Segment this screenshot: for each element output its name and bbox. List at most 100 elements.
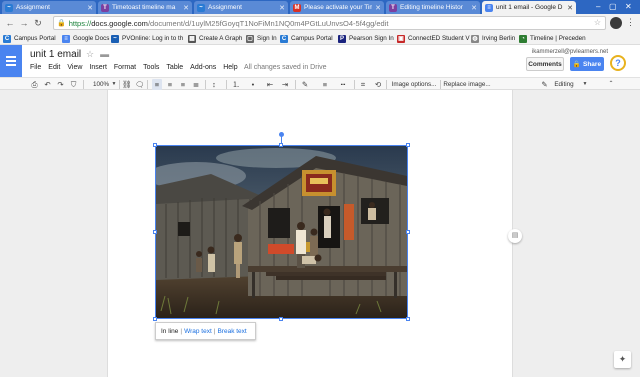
- link-icon[interactable]: ⛓: [122, 79, 132, 90]
- numbered-list-icon[interactable]: ⒈: [231, 79, 241, 90]
- tab-favicon-icon: T: [389, 3, 397, 12]
- bookmark-item[interactable]: C Campus Portal: [280, 33, 333, 44]
- bookmark-favicon-icon: C: [3, 34, 11, 43]
- url-scheme: https://: [68, 18, 92, 28]
- menu-dots-icon[interactable]: ⋮: [626, 17, 635, 28]
- border-dash-icon[interactable]: ┅: [338, 79, 348, 90]
- back-icon[interactable]: ←: [3, 18, 17, 28]
- comment-icon[interactable]: 🗨: [135, 79, 145, 90]
- print-icon[interactable]: ⎙: [30, 79, 39, 90]
- bookmark-item[interactable]: C Campus Portal: [3, 33, 56, 44]
- reload-icon[interactable]: ↻: [31, 18, 45, 29]
- resize-handle-se[interactable]: [406, 317, 410, 321]
- bookmark-star-icon[interactable]: ☆: [594, 18, 601, 27]
- avatar[interactable]: ?: [610, 55, 626, 71]
- window-maximize-icon[interactable]: ▢: [609, 2, 617, 11]
- wrap-text-option[interactable]: Wrap text: [184, 328, 212, 335]
- folder-icon[interactable]: ▬: [100, 49, 109, 60]
- menu-addons[interactable]: Add-ons: [190, 64, 216, 71]
- tab-close-icon[interactable]: ✕: [279, 4, 288, 12]
- bookmark-item[interactable]: ▢ Sign In: [246, 33, 277, 44]
- tab-close-icon[interactable]: ✕: [567, 4, 576, 12]
- bookmark-item[interactable]: ◍ Irving Berlin: [471, 33, 515, 44]
- break-text-option[interactable]: Break text: [217, 328, 246, 335]
- tab-title: Editing timeline Histor: [400, 4, 463, 11]
- menu-edit[interactable]: Edit: [48, 64, 60, 71]
- menu-format[interactable]: Format: [114, 64, 136, 71]
- rotate-handle[interactable]: [279, 132, 284, 137]
- resize-handle-n[interactable]: [279, 143, 283, 147]
- browser-tab[interactable]: ~ Assignment ✕: [194, 1, 288, 14]
- menu-table[interactable]: Table: [166, 64, 183, 71]
- zoom-select[interactable]: 100%: [89, 79, 113, 90]
- tab-close-icon[interactable]: ✕: [183, 4, 192, 12]
- image-options-button[interactable]: Image options...: [390, 79, 438, 90]
- tab-close-icon[interactable]: ✕: [471, 4, 480, 12]
- comments-button[interactable]: Comments: [526, 57, 564, 71]
- bulleted-list-icon[interactable]: •: [248, 79, 258, 90]
- save-status[interactable]: All changes saved in Drive: [244, 64, 327, 71]
- window-close-icon[interactable]: ✕: [625, 2, 632, 11]
- tab-favicon-icon: ~: [197, 3, 205, 12]
- star-icon[interactable]: ☆: [86, 49, 94, 60]
- align-right-icon[interactable]: ≡: [178, 79, 188, 90]
- border-color-icon[interactable]: ✎: [300, 79, 310, 90]
- bookmark-item[interactable]: ≡ Google Docs: [62, 33, 109, 44]
- bookmark-item[interactable]: ◔ Timeline | Preceden: [519, 33, 586, 44]
- docs-home-icon[interactable]: [0, 45, 22, 77]
- browser-tab[interactable]: ~ Assignment ✕: [2, 1, 96, 14]
- chevron-down-icon[interactable]: ▼: [111, 79, 117, 90]
- collapse-toolbar-icon[interactable]: ⌃: [607, 79, 615, 90]
- tab-close-icon[interactable]: ✕: [87, 4, 96, 12]
- menu-insert[interactable]: Insert: [89, 64, 107, 71]
- bookmark-item[interactable]: ▦ Create A Graph: [188, 33, 242, 44]
- decrease-indent-icon[interactable]: ⇤: [265, 79, 275, 90]
- resize-handle-nw[interactable]: [153, 143, 157, 147]
- align-left-icon[interactable]: ≡: [152, 79, 162, 90]
- address-bar[interactable]: 🔒 https:// docs.google.com /document/d/1…: [53, 16, 606, 30]
- crop-icon[interactable]: ⌗: [358, 79, 368, 90]
- increase-indent-icon[interactable]: ⇥: [280, 79, 290, 90]
- align-justify-icon[interactable]: ≣: [191, 79, 201, 90]
- bookmark-item[interactable]: ~ PVOnline: Log in to th: [111, 33, 183, 44]
- resize-handle-s[interactable]: [279, 317, 283, 321]
- redo-icon[interactable]: ↷: [56, 79, 65, 90]
- resize-handle-sw[interactable]: [153, 317, 157, 321]
- forward-icon[interactable]: →: [17, 18, 31, 28]
- browser-tab[interactable]: T Timetoast timeline ma ✕: [98, 1, 192, 14]
- reset-image-icon[interactable]: ⟲: [373, 79, 383, 90]
- bookmark-favicon-icon: ◔: [519, 34, 527, 43]
- line-spacing-icon[interactable]: ↕: [209, 79, 219, 90]
- tab-favicon-icon: T: [101, 3, 109, 12]
- bookmark-item[interactable]: ▣ ConnectED Student V: [397, 33, 470, 44]
- border-weight-icon[interactable]: ≡: [320, 79, 330, 90]
- paint-format-icon[interactable]: ⛉: [69, 79, 78, 90]
- browser-tab-active[interactable]: ≡ unit 1 email - Google D ✕: [482, 1, 576, 14]
- editing-mode-select[interactable]: Editing: [551, 79, 577, 90]
- undo-icon[interactable]: ↶: [43, 79, 52, 90]
- align-center-icon[interactable]: ≡: [165, 79, 175, 90]
- window-minimize-icon[interactable]: –: [596, 2, 600, 11]
- bookmark-label: Timeline | Preceden: [530, 35, 586, 42]
- menu-help[interactable]: Help: [223, 64, 237, 71]
- resize-handle-e[interactable]: [406, 230, 410, 234]
- extension-icon[interactable]: [610, 17, 622, 29]
- resize-handle-ne[interactable]: [406, 143, 410, 147]
- share-button[interactable]: 🔒 Share: [570, 57, 604, 71]
- browser-tab[interactable]: M Please activate your Tim ✕: [290, 1, 384, 14]
- browser-tab[interactable]: T Editing timeline Histor ✕: [386, 1, 480, 14]
- menu-view[interactable]: View: [67, 64, 82, 71]
- menu-tools[interactable]: Tools: [143, 64, 159, 71]
- bookmark-favicon-icon: ▦: [188, 34, 196, 43]
- chevron-down-icon[interactable]: ▼: [582, 79, 588, 90]
- tab-close-icon[interactable]: ✕: [375, 4, 384, 12]
- selected-image[interactable]: [155, 145, 408, 319]
- bookmark-item[interactable]: P Pearson Sign In: [338, 33, 394, 44]
- add-comment-icon[interactable]: ▤: [508, 229, 522, 243]
- document-title[interactable]: unit 1 email: [30, 49, 81, 60]
- wrap-inline-option[interactable]: In line: [161, 328, 178, 335]
- replace-image-button[interactable]: Replace image...: [443, 79, 491, 90]
- explore-icon[interactable]: ✦: [614, 351, 631, 368]
- menu-file[interactable]: File: [30, 64, 41, 71]
- resize-handle-w[interactable]: [153, 230, 157, 234]
